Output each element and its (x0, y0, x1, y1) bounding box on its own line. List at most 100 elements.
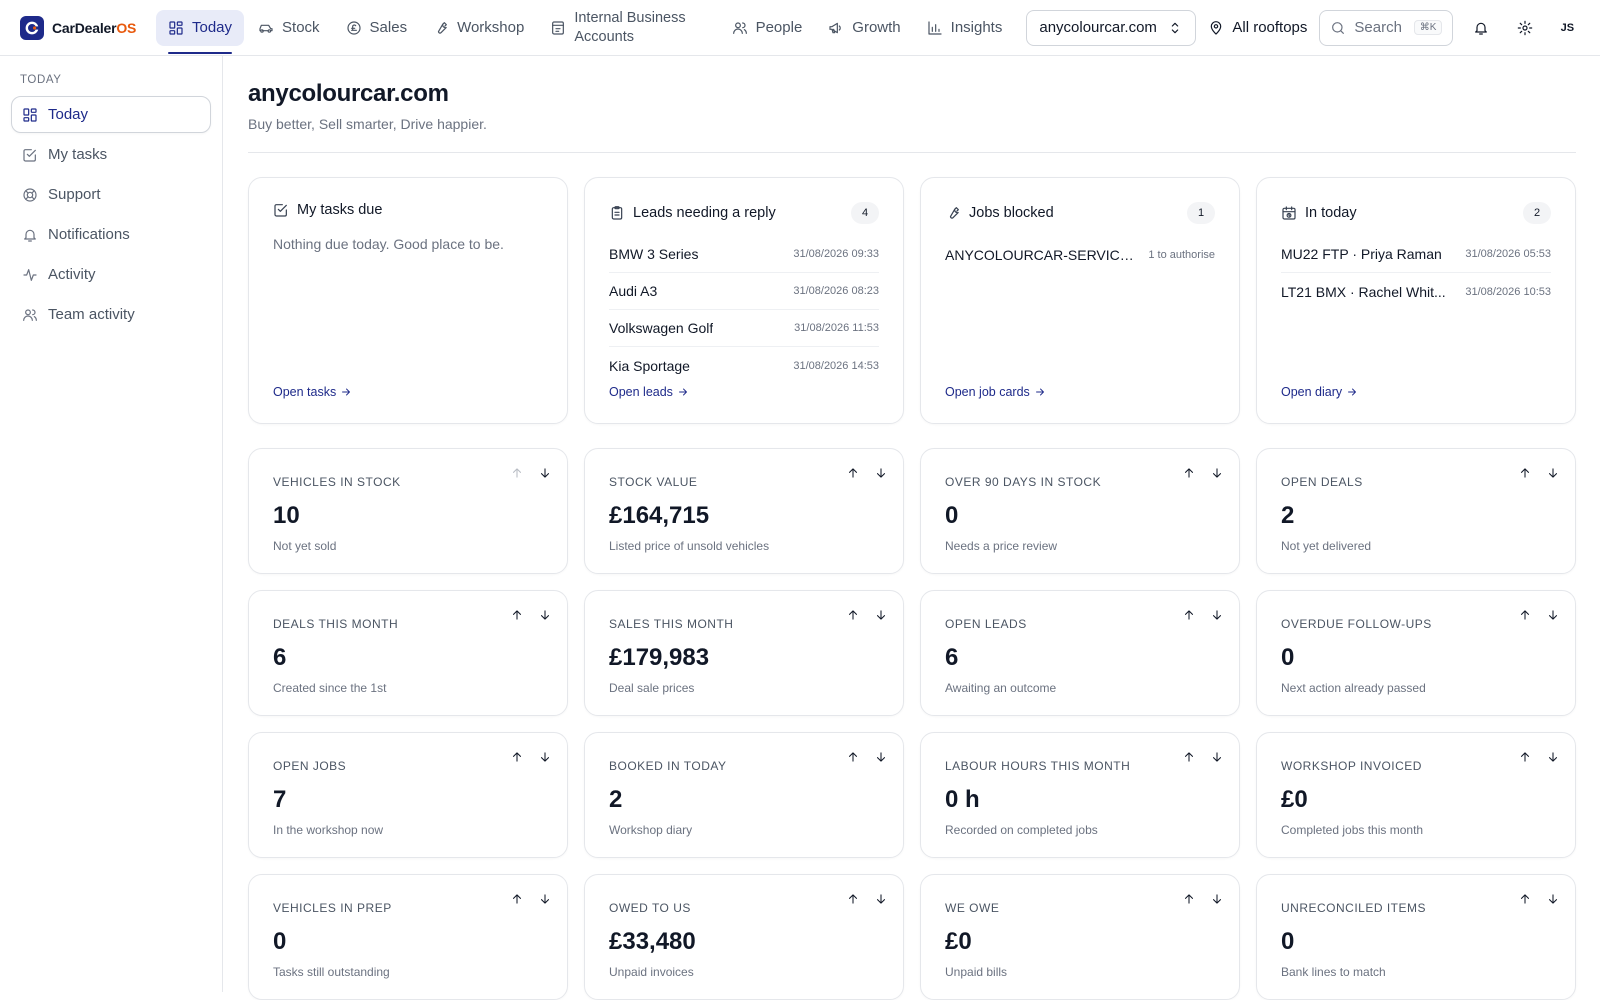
reorder-controls (505, 745, 557, 769)
move-down-button[interactable] (533, 461, 557, 485)
open-diary-link[interactable]: Open diary (1281, 385, 1358, 399)
move-up-button[interactable] (505, 745, 529, 769)
move-down-button[interactable] (1541, 887, 1565, 911)
reorder-controls (505, 603, 557, 627)
arrow-down-icon (1212, 752, 1222, 762)
stat-label: STOCK VALUE (609, 475, 698, 489)
move-up-button[interactable] (841, 603, 865, 627)
list-item[interactable]: Kia Sportage 31/08/2026 14:53 (609, 347, 879, 384)
clipboard-icon (611, 206, 623, 220)
sidebar-item-today[interactable]: Today (11, 96, 211, 133)
notifications-button[interactable] (1465, 12, 1497, 44)
users-icon (732, 21, 747, 34)
nav-tab-insights[interactable]: Insights (915, 10, 1015, 46)
sidebar-item-label: Today (48, 106, 89, 123)
move-up-button[interactable] (1177, 603, 1201, 627)
move-up-button[interactable] (841, 745, 865, 769)
stat-card: UNRECONCILED ITEMS 0 Bank lines to match (1256, 874, 1576, 1000)
list-item[interactable]: Volkswagen Golf 31/08/2026 11:53 (609, 310, 879, 347)
stat-description: Needs a price review (945, 539, 1058, 553)
stat-card: WORKSHOP INVOICED £0 Completed jobs this… (1256, 732, 1576, 858)
move-up-button[interactable] (1177, 887, 1201, 911)
nav-tab-label: People (755, 19, 803, 36)
move-down-button[interactable] (869, 603, 893, 627)
nav-tab-internal-business-accounts[interactable]: Internal Business Accounts (538, 10, 697, 46)
list-item[interactable]: ANYCOLOURCAR-SERVICE... 1 to authorise (945, 236, 1215, 273)
move-down-button[interactable] (869, 745, 893, 769)
arrow-up-icon (512, 610, 522, 620)
sidebar-item-support[interactable]: Support (11, 176, 211, 213)
arrow-down-icon (1548, 610, 1558, 620)
arrow-up-icon (1184, 894, 1194, 904)
booking-timestamp: 31/08/2026 10:53 (1465, 285, 1551, 298)
move-up-button[interactable] (1177, 461, 1201, 485)
brand[interactable]: CarDealerOS (20, 15, 156, 40)
stat-description: In the workshop now (273, 823, 384, 837)
stat-value: £0 (1281, 786, 1308, 813)
car-icon (259, 24, 273, 33)
move-up-button[interactable] (505, 603, 529, 627)
stat-card: VEHICLES IN STOCK 10 Not yet sold (248, 448, 568, 574)
arrow-down-icon (876, 610, 886, 620)
list-item[interactable]: BMW 3 Series 31/08/2026 09:33 (609, 236, 879, 273)
main-nav: Today Stock Sales Workshop Internal Busi… (156, 0, 1016, 56)
move-up-button[interactable] (505, 461, 529, 485)
stat-description: Not yet delivered (1281, 539, 1372, 553)
move-up-button[interactable] (1513, 603, 1537, 627)
arrow-up-icon (1184, 752, 1194, 762)
arrow-up-icon (1520, 468, 1530, 478)
stat-value: £164,715 (609, 502, 710, 529)
move-down-button[interactable] (1205, 745, 1229, 769)
sidebar-item-team-activity[interactable]: Team activity (11, 296, 211, 333)
move-down-button[interactable] (1205, 603, 1229, 627)
move-down-button[interactable] (1541, 603, 1565, 627)
panel-header: My tasks due (273, 202, 543, 218)
move-down-button[interactable] (869, 461, 893, 485)
nav-tab-growth[interactable]: Growth (816, 10, 912, 46)
stat-label: OPEN DEALS (1281, 475, 1363, 489)
move-down-button[interactable] (869, 887, 893, 911)
stat-label: LABOUR HOURS THIS MONTH (945, 759, 1131, 773)
open-tasks-link[interactable]: Open tasks (273, 385, 352, 399)
list-item[interactable]: MU22 FTP · Priya Raman 31/08/2026 05:53 (1281, 236, 1551, 273)
gear-icon (1518, 20, 1533, 35)
booking-timestamp: 31/08/2026 05:53 (1465, 248, 1551, 260)
site-select[interactable]: anycolourcar.com (1026, 9, 1197, 46)
move-up-button[interactable] (1513, 887, 1537, 911)
move-up-button[interactable] (841, 887, 865, 911)
move-up-button[interactable] (1513, 745, 1537, 769)
sidebar-item-activity[interactable]: Activity (11, 256, 211, 293)
move-down-button[interactable] (533, 603, 557, 627)
move-down-button[interactable] (533, 745, 557, 769)
sidebar-item-my-tasks[interactable]: My tasks (11, 136, 211, 173)
move-down-button[interactable] (1541, 461, 1565, 485)
rooftops-filter[interactable]: All rooftops (1208, 19, 1307, 36)
nav-tab-workshop[interactable]: Workshop (421, 10, 536, 46)
move-down-button[interactable] (1205, 887, 1229, 911)
open-leads-link[interactable]: Open leads (609, 385, 689, 399)
nav-tab-today[interactable]: Today (156, 9, 245, 54)
move-up-button[interactable] (1177, 745, 1201, 769)
move-up-button[interactable] (1513, 461, 1537, 485)
nav-tab-people[interactable]: People (720, 10, 815, 46)
job-status: 1 to authorise (1148, 248, 1215, 261)
settings-button[interactable] (1509, 12, 1541, 44)
user-avatar[interactable]: JS (1553, 14, 1581, 42)
nav-tab-sales[interactable]: Sales (334, 10, 420, 46)
stat-label: VEHICLES IN STOCK (273, 475, 401, 489)
search-input[interactable]: Search ⌘K (1319, 9, 1454, 46)
calendar-clock-icon (1282, 206, 1296, 220)
nav-tab-stock[interactable]: Stock (246, 10, 332, 46)
list-item[interactable]: Audi A3 31/08/2026 08:23 (609, 273, 879, 310)
move-down-button[interactable] (1541, 745, 1565, 769)
move-down-button[interactable] (1205, 461, 1229, 485)
move-down-button[interactable] (533, 887, 557, 911)
panel-header: Leads needing a reply 4 (609, 202, 879, 224)
panel-title: Leads needing a reply (633, 205, 776, 221)
move-up-button[interactable] (505, 887, 529, 911)
list-item[interactable]: LT21 BMX · Rachel Whit... 31/08/2026 10:5… (1281, 273, 1551, 310)
move-up-button[interactable] (841, 461, 865, 485)
pound-coin-icon (346, 20, 361, 35)
open-job-cards-link[interactable]: Open job cards (945, 385, 1046, 399)
sidebar-item-notifications[interactable]: Notifications (11, 216, 211, 253)
